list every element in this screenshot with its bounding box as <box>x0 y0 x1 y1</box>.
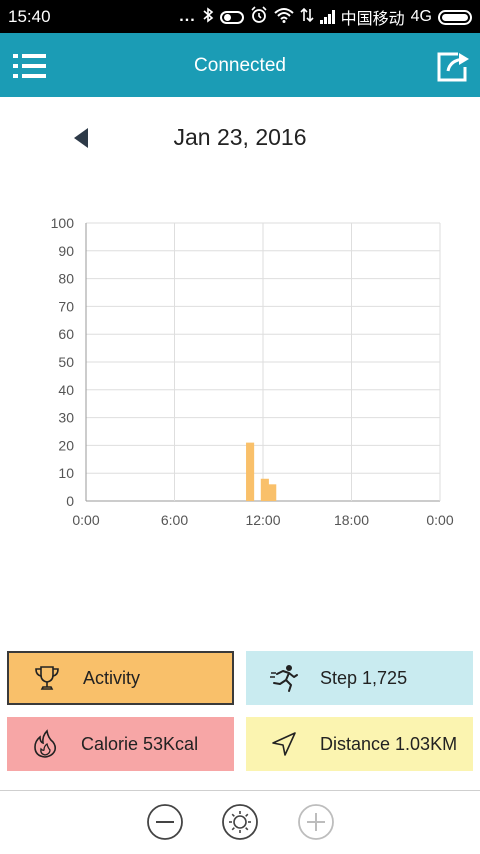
activity-bar <box>260 478 269 501</box>
data-transfer-icon <box>300 7 314 28</box>
bottom-divider <box>0 790 480 791</box>
signal-icon <box>319 10 335 24</box>
distance-label: Distance 1.03KM <box>320 733 458 754</box>
plus-circle-icon <box>298 804 334 840</box>
y-tick-label: 50 <box>58 354 74 370</box>
brightness-button[interactable] <box>221 803 259 841</box>
app-bar: Connected <box>0 33 480 97</box>
battery-icon <box>438 9 472 25</box>
alarm-icon <box>250 5 268 29</box>
y-tick-label: 100 <box>51 215 75 231</box>
step-card[interactable]: Step 1,725 <box>246 651 473 705</box>
wifi-icon <box>273 7 294 28</box>
flame-icon <box>29 728 61 760</box>
date-navigator: Jan 23, 2016 <box>0 118 480 158</box>
x-tick-label: 18:00 <box>334 512 369 528</box>
status-bar: 15:40 ... 中国移动 4G <box>0 0 480 33</box>
y-tick-label: 80 <box>58 271 74 287</box>
toggle-icon <box>219 10 244 24</box>
zoom-out-button[interactable] <box>146 803 184 841</box>
connection-status-title: Connected <box>194 55 286 76</box>
y-tick-label: 10 <box>58 465 74 481</box>
share-icon <box>437 52 469 82</box>
x-tick-label: 0:00 <box>72 512 99 528</box>
activity-chart: 0 10 20 30 40 50 60 70 80 90 100 0:00 6:00 12:00 18:00… <box>0 200 480 540</box>
status-dots: ... <box>179 8 196 25</box>
activity-bar <box>268 484 277 501</box>
calorie-card[interactable]: Calorie 53Kcal <box>7 717 234 771</box>
distance-card[interactable]: Distance 1.03KM <box>246 717 473 771</box>
x-tick-label: 6:00 <box>161 512 188 528</box>
activity-card[interactable]: Activity <box>7 651 234 705</box>
activity-bar <box>246 442 255 501</box>
network-type: 4G <box>410 8 432 25</box>
navigation-arrow-icon <box>268 728 300 760</box>
y-tick-label: 70 <box>58 298 74 314</box>
trophy-icon <box>31 662 63 694</box>
minus-circle-icon <box>147 804 183 840</box>
y-tick-label: 0 <box>66 493 74 509</box>
share-button[interactable] <box>436 49 472 83</box>
zoom-in-button[interactable] <box>297 803 335 841</box>
activity-label: Activity <box>83 667 141 688</box>
y-tick-label: 20 <box>58 437 74 453</box>
brightness-icon <box>222 804 258 840</box>
carrier-name: 中国移动 <box>340 11 405 28</box>
y-tick-label: 40 <box>58 382 74 398</box>
y-tick-label: 30 <box>58 410 74 426</box>
y-tick-label: 90 <box>58 243 74 259</box>
status-time: 15:40 <box>8 7 51 26</box>
x-tick-label: 0:00 <box>426 512 453 528</box>
step-label: Step 1,725 <box>320 667 408 688</box>
x-tick-label: 12:00 <box>245 512 280 528</box>
status-icons: ... 中国移动 4G <box>179 5 472 29</box>
date-label: Jan 23, 2016 <box>173 124 307 150</box>
y-tick-label: 60 <box>58 326 74 342</box>
calorie-label: Calorie 53Kcal <box>81 733 199 754</box>
activity-chart-svg: 0 10 20 30 40 50 60 70 80 90 100 0:00 6:00 12:00 18:00… <box>51 215 454 528</box>
runner-icon <box>268 662 300 694</box>
bluetooth-icon <box>202 6 214 28</box>
